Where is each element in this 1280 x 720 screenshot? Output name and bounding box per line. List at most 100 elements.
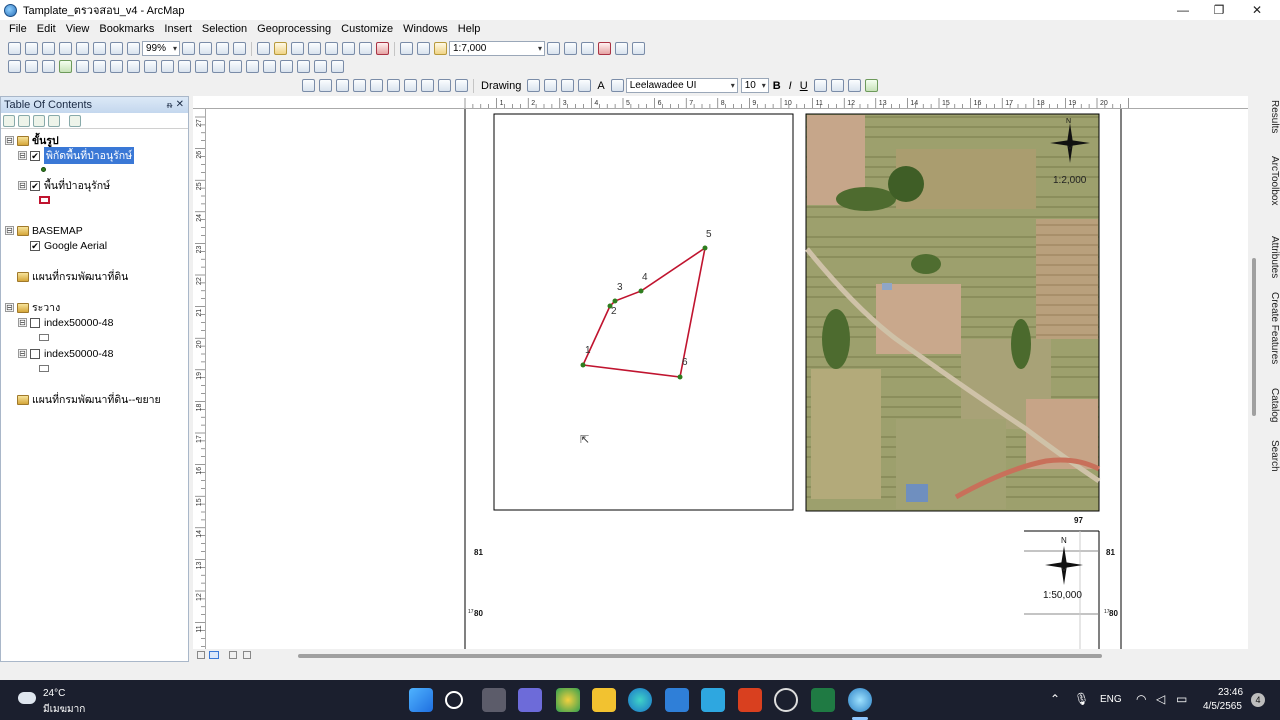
measure-icon[interactable] — [246, 60, 259, 73]
flip-icon[interactable] — [421, 79, 434, 92]
guides-icon[interactable] — [455, 79, 468, 92]
battery-icon[interactable]: ▭ — [1176, 692, 1187, 706]
fill-color-icon[interactable] — [830, 79, 844, 92]
vertex-point[interactable] — [580, 362, 586, 368]
font-color-icon[interactable] — [813, 79, 827, 92]
find-binoculars-icon[interactable] — [263, 60, 276, 73]
zoom-out-icon[interactable] — [25, 60, 38, 73]
menu-help[interactable]: Help — [453, 20, 486, 39]
create-features-tab[interactable]: Create Features — [1264, 292, 1280, 364]
main-data-frame[interactable] — [493, 113, 794, 511]
excel-icon[interactable] — [811, 688, 835, 712]
wifi-icon[interactable]: ◠ — [1136, 692, 1146, 706]
clock-date[interactable]: 4/5/2565 — [1203, 701, 1242, 712]
toc-layer-row[interactable]: ⊟ ✔ พื้นที่ป่าอนุรักษ์ — [18, 178, 110, 193]
clock-time[interactable]: 23:46 — [1218, 687, 1243, 698]
list-by-selection-icon[interactable] — [48, 114, 60, 127]
speaker-icon[interactable]: ◁ — [1156, 692, 1165, 706]
collapse-icon[interactable]: ⊟ — [18, 181, 27, 190]
toc-group-row[interactable]: แผนที่กรมพัฒนาที่ดิน--ขยาย — [17, 392, 161, 407]
toc-layer-row[interactable]: ⊟ index50000-48 — [18, 315, 113, 330]
distribute-icon[interactable] — [319, 79, 332, 92]
toc-group-row[interactable]: แผนที่กรมพัฒนาที่ดิน — [17, 269, 128, 284]
open-folder-icon[interactable] — [274, 42, 287, 55]
menu-edit[interactable]: Edit — [32, 20, 61, 39]
go-to-xy-icon[interactable] — [297, 60, 310, 73]
menu-bookmarks[interactable]: Bookmarks — [94, 20, 159, 39]
fixed-zoom-out-map-icon[interactable] — [93, 60, 106, 73]
toggle-draft-icon[interactable] — [182, 42, 195, 55]
order-icon[interactable] — [370, 79, 383, 92]
edit-vertices-icon[interactable] — [610, 79, 624, 92]
vertex-point[interactable] — [612, 298, 618, 304]
time-slider-icon[interactable] — [314, 60, 327, 73]
layer-visibility-checkbox[interactable]: ✔ — [30, 150, 40, 161]
toc-group-row[interactable]: ⊟ ระวาง — [5, 300, 60, 315]
collapse-icon[interactable]: ⊟ — [18, 151, 27, 160]
list-by-drawing-order-icon[interactable] — [3, 114, 15, 127]
start-windows-icon[interactable] — [409, 688, 433, 712]
microphone-icon[interactable]: 🎙 — [1074, 692, 1089, 706]
layer-visibility-checkbox[interactable]: ✔ — [30, 180, 40, 191]
collapse-icon[interactable]: ⊟ — [18, 349, 27, 358]
toc-close-icon[interactable]: ✕ — [176, 97, 184, 113]
menu-selection[interactable]: Selection — [197, 20, 252, 39]
obs-icon[interactable] — [774, 688, 798, 712]
delete-icon[interactable] — [376, 42, 389, 55]
file-explorer-icon[interactable] — [592, 688, 616, 712]
vertex-point[interactable] — [702, 245, 708, 251]
catalog-window-icon[interactable] — [581, 42, 594, 55]
full-extent-globe-icon[interactable] — [59, 60, 72, 73]
zoom-percent-combo[interactable]: 99% ▾ — [142, 41, 180, 56]
refresh-icon[interactable] — [229, 651, 237, 659]
copy-icon[interactable] — [342, 42, 355, 55]
menu-view[interactable]: View — [61, 20, 95, 39]
menu-geoprocessing[interactable]: Geoprocessing — [252, 20, 336, 39]
find-route-icon[interactable] — [280, 60, 293, 73]
catalog-tab[interactable]: Catalog — [1264, 388, 1280, 422]
mail-icon[interactable] — [665, 688, 689, 712]
hyperlink-icon[interactable] — [229, 60, 242, 73]
group-icon[interactable] — [336, 79, 349, 92]
search-icon[interactable] — [445, 691, 463, 709]
nudge-icon[interactable] — [387, 79, 400, 92]
zoom-100-icon[interactable] — [76, 42, 89, 55]
layer-label-selected[interactable]: พิกัดพื้นที่ป่าอนุรักษ์ — [44, 147, 135, 164]
toc-layer-row[interactable]: ⊟ ✔ พิกัดพื้นที่ป่าอนุรักษ์ — [18, 147, 135, 164]
toc-layer-row[interactable]: ⊟ index50000-48 — [18, 346, 113, 361]
new-rectangle-icon[interactable] — [578, 79, 592, 92]
input-language[interactable]: ENG — [1100, 694, 1122, 705]
weather-cloud-icon[interactable] — [18, 692, 36, 704]
table-of-contents-icon[interactable] — [564, 42, 577, 55]
vertex-point[interactable] — [638, 288, 644, 294]
select-elements-arrow-icon[interactable] — [178, 60, 191, 73]
collapse-icon[interactable]: ⊟ — [5, 136, 14, 145]
toc-layer-row[interactable]: ✔ Google Aerial — [30, 238, 107, 253]
lightshot-icon[interactable] — [701, 688, 725, 712]
python-window-icon[interactable] — [615, 42, 628, 55]
zoom-to-element-icon[interactable] — [561, 79, 575, 92]
new-text-tool[interactable]: A — [593, 80, 608, 92]
new-document-icon[interactable] — [257, 42, 270, 55]
menu-file[interactable]: File — [4, 20, 32, 39]
layer-label[interactable]: พื้นที่ป่าอนุรักษ์ — [44, 177, 110, 194]
search-tab[interactable]: Search — [1264, 440, 1280, 472]
show-hidden-icons[interactable]: ⌃ — [1050, 692, 1060, 706]
layer-label[interactable]: index50000-48 — [44, 348, 113, 360]
save-icon[interactable] — [291, 42, 304, 55]
html-popup-icon[interactable] — [212, 60, 225, 73]
modelbuilder-icon[interactable] — [632, 42, 645, 55]
font-size-combo[interactable]: 10 ▾ — [740, 78, 769, 93]
select-elements-icon[interactable] — [527, 79, 541, 92]
undo-icon[interactable] — [400, 42, 413, 55]
layer-label[interactable]: Google Aerial — [44, 240, 107, 252]
paste-icon[interactable] — [359, 42, 372, 55]
edge-icon[interactable] — [628, 688, 652, 712]
create-viewer-icon[interactable] — [331, 60, 344, 73]
snap-icon[interactable] — [438, 79, 451, 92]
zoom-in-icon[interactable] — [8, 60, 21, 73]
arctoolbox-tab[interactable]: ArcToolbox — [1264, 156, 1280, 205]
zoom-whole-page-icon[interactable] — [59, 42, 72, 55]
list-by-source-icon[interactable] — [18, 114, 30, 127]
aerial-data-frame[interactable] — [805, 113, 1101, 512]
